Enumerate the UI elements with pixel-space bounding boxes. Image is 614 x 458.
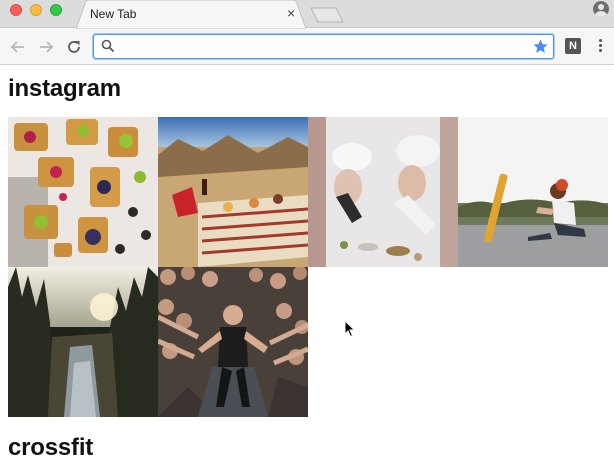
tab-title: New Tab bbox=[90, 7, 137, 21]
back-arrow-icon[interactable] bbox=[9, 38, 27, 56]
forward-arrow-icon[interactable] bbox=[37, 38, 55, 56]
longboard-skater-image bbox=[458, 117, 608, 267]
forest-canyon-image bbox=[8, 267, 158, 417]
photo-waffle-pops[interactable] bbox=[8, 117, 158, 267]
search-icon bbox=[101, 39, 115, 53]
tab-close-icon[interactable]: × bbox=[287, 5, 295, 21]
photo-longboard-skater[interactable] bbox=[458, 117, 608, 267]
instagram-photo-grid bbox=[8, 117, 608, 417]
photo-chefs-plating[interactable] bbox=[308, 117, 458, 267]
star-icon[interactable] bbox=[532, 38, 549, 55]
profile-avatar-icon[interactable] bbox=[593, 1, 609, 17]
window-close-button[interactable] bbox=[10, 4, 22, 16]
page-content: instagram crossfit bbox=[0, 66, 614, 458]
tab-strip: New Tab × bbox=[0, 0, 614, 29]
window-zoom-button[interactable] bbox=[50, 4, 62, 16]
section-title-instagram: instagram bbox=[8, 75, 121, 102]
photo-crowd-performer[interactable] bbox=[158, 267, 308, 417]
chefs-plating-image bbox=[308, 117, 458, 267]
photo-forest-canyon[interactable] bbox=[8, 267, 158, 417]
mouse-cursor-icon bbox=[344, 320, 356, 338]
reload-icon[interactable] bbox=[65, 38, 83, 56]
crowd-performer-image bbox=[158, 267, 308, 417]
desert-picnic-image bbox=[158, 117, 308, 267]
new-tab-button[interactable] bbox=[310, 7, 344, 23]
tab-new-tab[interactable]: New Tab × bbox=[76, 0, 306, 29]
address-input[interactable] bbox=[120, 37, 520, 56]
waffle-pops-image bbox=[8, 117, 158, 267]
photo-desert-picnic[interactable] bbox=[158, 117, 308, 267]
address-bar[interactable] bbox=[93, 34, 554, 59]
extension-n-icon[interactable]: N bbox=[565, 38, 581, 54]
section-title-crossfit: crossfit bbox=[8, 434, 94, 458]
more-vert-icon[interactable] bbox=[597, 39, 603, 53]
window-minimize-button[interactable] bbox=[30, 4, 42, 16]
browser-toolbar bbox=[0, 29, 614, 65]
